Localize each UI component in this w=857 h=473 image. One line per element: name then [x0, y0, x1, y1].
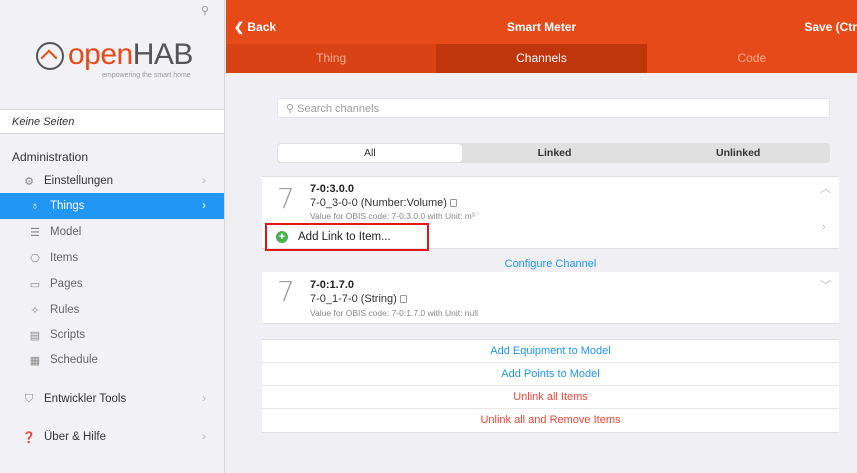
sidebar-item-scripts[interactable]: ▤ Scripts: [0, 322, 224, 348]
plus-icon: +: [276, 231, 288, 243]
chevron-up-icon[interactable]: ︿: [820, 180, 831, 196]
chevron-right-icon: ›: [822, 221, 826, 233]
tag-icon: ⎔: [30, 252, 40, 265]
logo-hab-text: HAB: [132, 38, 194, 71]
sidebar-item-label: Über & Hilfe: [44, 431, 106, 443]
chevron-right-icon: ›: [202, 173, 206, 187]
sidebar-item-ueber-hilfe[interactable]: ❓ Über & Hilfe ›: [0, 424, 224, 450]
channel-description: Value for OBIS code: 7-0:3.0.0 with Unit…: [310, 211, 475, 221]
sidebar-item-einstellungen[interactable]: ⚙ Einstellungen ›: [0, 168, 224, 194]
filter-unlinked[interactable]: Unlinked: [646, 143, 830, 163]
save-button[interactable]: Save (Ctr: [804, 20, 857, 34]
channel-id: 7-0:1.7.0: [310, 279, 355, 291]
sidebar-item-label: Schedule: [50, 354, 98, 366]
search-input[interactable]: ⚲ Search channels: [277, 98, 830, 118]
help-icon: ❓: [22, 431, 36, 444]
add-link-label: Add Link to Item...: [298, 231, 391, 243]
filter-linked[interactable]: Linked: [463, 143, 647, 163]
openhab-logo-icon: [36, 42, 64, 70]
tab-thing[interactable]: Thing: [226, 44, 436, 73]
channel-card[interactable]: 7 7-0:1.7.0 7-0_1-7-0 (String) Value for…: [262, 272, 839, 324]
no-pages-label: Keine Seiten: [0, 109, 224, 134]
unlink-and-remove-items-button[interactable]: Unlink all and Remove Items: [262, 409, 839, 432]
sidebar-item-label: Einstellungen: [44, 175, 114, 187]
chevron-right-icon: ›: [202, 429, 206, 443]
sparkle-icon: ✧: [30, 304, 40, 317]
copy-icon[interactable]: [399, 295, 407, 304]
tab-code[interactable]: Code: [646, 44, 857, 73]
lightbulb-icon: ♁: [30, 200, 40, 212]
administration-heading: Administration: [12, 150, 89, 164]
sidebar-item-pages[interactable]: ▭ Pages: [0, 271, 224, 297]
add-link-to-item-button[interactable]: + Add Link to Item...: [265, 223, 429, 251]
sidebar-item-label: Things: [50, 200, 85, 212]
logo-open-text: open: [68, 38, 133, 71]
tab-channels[interactable]: Channels: [436, 44, 647, 73]
openhab-logo[interactable]: openHAB empowering the smart home: [36, 38, 194, 79]
copy-icon[interactable]: [449, 199, 457, 208]
sidebar-item-things[interactable]: ♁ Things ›: [0, 193, 224, 219]
search-icon: ⚲: [286, 103, 295, 115]
chevron-right-icon: ›: [202, 198, 206, 212]
sidebar: ⚲ openHAB empowering the smart home Kein…: [0, 0, 225, 473]
monitor-icon: ▭: [29, 278, 41, 291]
configure-channel-link[interactable]: Configure Channel: [262, 258, 839, 270]
sidebar-item-label: Entwickler Tools: [44, 393, 127, 405]
channel-type: 7-0_3-0-0 (Number:Volume): [310, 197, 457, 209]
chevron-right-icon: ›: [202, 391, 206, 405]
chevron-down-icon[interactable]: ﹀: [820, 277, 831, 293]
list-icon: ☰: [30, 226, 40, 239]
unlink-all-items-button[interactable]: Unlink all Items: [262, 386, 839, 409]
document-icon: ▤: [29, 329, 41, 342]
sidebar-item-label: Rules: [50, 304, 80, 316]
sidebar-item-label: Items: [50, 252, 79, 264]
filter-all[interactable]: All: [278, 144, 462, 162]
shield-icon: ⛉: [24, 392, 34, 405]
add-equipment-to-model-button[interactable]: Add Equipment to Model: [262, 340, 839, 363]
logo-tagline: empowering the smart home: [102, 72, 191, 79]
sidebar-item-items[interactable]: ⎔ Items: [0, 245, 224, 271]
tab-bar: Thing Channels Code: [226, 44, 857, 73]
sidebar-item-model[interactable]: ☰ Model: [0, 219, 224, 245]
channel-id: 7-0:3.0.0: [310, 183, 355, 195]
channel-filter: All Linked Unlinked: [277, 143, 830, 163]
calendar-icon: ▦: [29, 354, 41, 367]
sidebar-item-label: Scripts: [50, 329, 86, 341]
sidebar-item-schedule[interactable]: ▦ Schedule: [0, 347, 224, 373]
search-placeholder: Search channels: [297, 103, 380, 115]
sidebar-item-rules[interactable]: ✧ Rules: [0, 297, 224, 323]
navbar: ❮ Back Smart Meter Save (Ctr: [226, 0, 857, 44]
actions-list: Add Equipment to Model Add Points to Mod…: [262, 339, 839, 433]
sidebar-item-entwickler-tools[interactable]: ⛉ Entwickler Tools ›: [0, 386, 224, 412]
channel-glyph: 7: [277, 182, 295, 215]
channel-description: Value for OBIS code: 7-0:1.7.0 with Unit…: [310, 308, 479, 318]
gear-icon: ⚙: [24, 175, 34, 188]
page-title: Smart Meter: [506, 20, 577, 34]
sidebar-item-label: Pages: [50, 278, 83, 290]
sidebar-item-label: Model: [50, 226, 82, 238]
pin-icon[interactable]: ⚲: [201, 4, 209, 17]
add-points-to-model-button[interactable]: Add Points to Model: [262, 363, 839, 386]
channel-type: 7-0_1-7-0 (String): [310, 293, 407, 305]
channel-glyph: 7: [277, 275, 295, 308]
